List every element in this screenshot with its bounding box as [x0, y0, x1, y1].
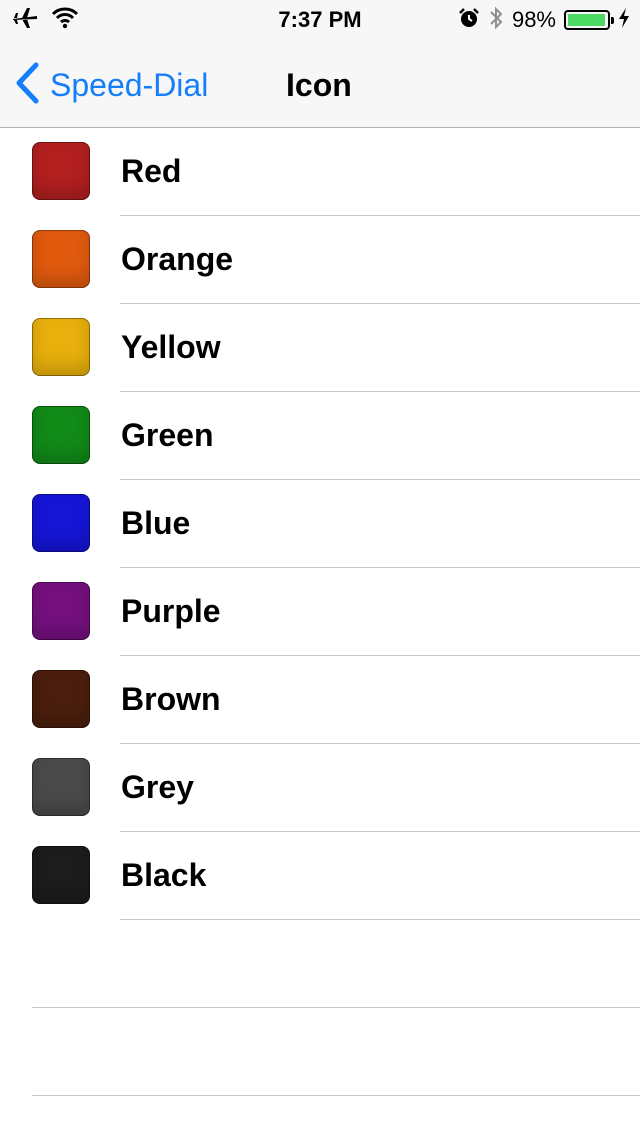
color-option-label: Green: [121, 417, 214, 453]
color-option-label: Blue: [121, 505, 191, 541]
color-swatch: [32, 670, 90, 728]
color-swatch: [32, 494, 90, 552]
navigation-bar: Speed-Dial Icon: [0, 40, 640, 128]
color-option-grey[interactable]: Grey: [0, 744, 640, 832]
color-option-yellow[interactable]: Yellow: [0, 304, 640, 392]
chevron-left-icon: [14, 62, 40, 109]
bluetooth-icon: [488, 5, 504, 36]
color-option-label: Grey: [121, 769, 194, 805]
color-option-label: Black: [121, 857, 207, 893]
color-swatch: [32, 846, 90, 904]
back-button[interactable]: Speed-Dial: [14, 62, 209, 109]
color-option-label: Red: [121, 153, 182, 189]
color-option-blue[interactable]: Blue: [0, 480, 640, 568]
color-swatch: [32, 758, 90, 816]
color-option-green[interactable]: Green: [0, 392, 640, 480]
color-option-purple[interactable]: Purple: [0, 568, 640, 656]
empty-row: [0, 920, 640, 1008]
page-title: Icon: [286, 67, 352, 103]
color-option-label: Orange: [121, 241, 234, 277]
battery-icon: [564, 10, 614, 30]
color-list: Red Orange Yellow Green Blue Purple Brown Grey B…: [0, 128, 640, 1096]
color-option-label: Brown: [121, 681, 221, 717]
color-swatch: [32, 406, 90, 464]
color-option-brown[interactable]: Brown: [0, 656, 640, 744]
color-option-label: Yellow: [121, 329, 221, 365]
color-swatch: [32, 142, 90, 200]
color-swatch: [32, 318, 90, 376]
row-separator: [32, 1095, 640, 1096]
color-option-red[interactable]: Red: [0, 128, 640, 216]
color-swatch: [32, 582, 90, 640]
color-option-black[interactable]: Black: [0, 832, 640, 920]
battery-percent: 98%: [511, 7, 556, 32]
status-bar: 7:37 PM 98%: [0, 0, 640, 40]
empty-row: [0, 1008, 640, 1096]
back-button-label: Speed-Dial: [50, 67, 209, 103]
color-option-orange[interactable]: Orange: [0, 216, 640, 304]
status-right: 98%: [458, 6, 630, 34]
charging-bolt-icon: [618, 7, 630, 34]
alarm-icon: [458, 7, 480, 34]
color-option-label: Purple: [121, 593, 221, 629]
color-swatch: [32, 230, 90, 288]
battery-fill: [568, 14, 606, 26]
